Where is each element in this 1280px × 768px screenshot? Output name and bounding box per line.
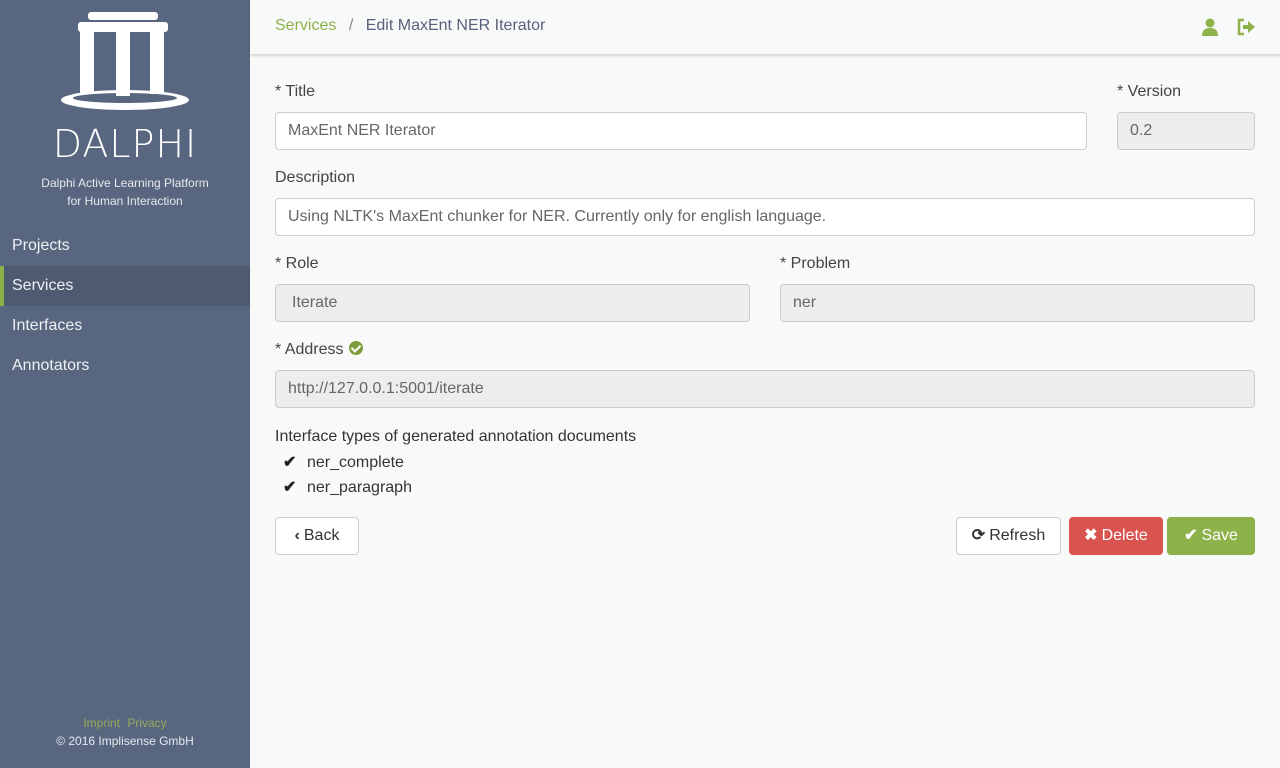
user-icon[interactable]: [1200, 17, 1220, 37]
brand-tagline: Dalphi Active Learning Platform for Huma…: [0, 174, 250, 210]
check-icon: ✔: [283, 479, 297, 496]
role-label: * Role: [275, 255, 319, 272]
address-input[interactable]: [275, 370, 1255, 408]
top-icons: [1200, 17, 1256, 37]
imprint-link[interactable]: Imprint: [83, 716, 120, 730]
privacy-link[interactable]: Privacy: [127, 716, 166, 730]
brand-name: DALPHI: [52, 122, 198, 166]
refresh-label: Refresh: [989, 527, 1046, 544]
refresh-icon: ⟳: [971, 527, 986, 544]
breadcrumb-separator: /: [348, 17, 354, 34]
tagline-line-1: Dalphi Active Learning Platform: [41, 176, 209, 190]
problem-label: * Problem: [780, 255, 851, 272]
address-label: * Address: [275, 341, 364, 359]
interface-type-name: ner_complete: [307, 454, 404, 471]
refresh-button[interactable]: ⟳ Refresh: [956, 517, 1061, 555]
version-label: * Version: [1117, 83, 1182, 100]
interface-type-item: ✔ ner_paragraph: [283, 477, 412, 497]
sidebar-item-interfaces[interactable]: Interfaces: [0, 306, 250, 346]
interface-type-name: ner_paragraph: [307, 479, 412, 496]
address-label-text: * Address: [275, 341, 344, 358]
sidebar-nav: Projects Services Interfaces Annotators: [0, 226, 250, 386]
delete-button[interactable]: ✖ Delete: [1069, 517, 1163, 555]
sidebar-footer: Imprint Privacy © 2016 Implisense GmbH: [0, 714, 250, 750]
sidebar-item-services[interactable]: Services: [0, 266, 250, 306]
close-icon: ✖: [1084, 527, 1098, 544]
role-select[interactable]: [275, 284, 750, 322]
breadcrumb: Services / Edit MaxEnt NER Iterator: [275, 17, 545, 35]
sidebar-item-projects[interactable]: Projects: [0, 226, 250, 266]
back-label: Back: [303, 527, 340, 544]
save-label: Save: [1201, 527, 1238, 544]
copyright: © 2016 Implisense GmbH: [56, 734, 194, 748]
sign-out-icon[interactable]: [1236, 17, 1256, 37]
description-label: Description: [275, 169, 356, 186]
title-input[interactable]: [275, 112, 1087, 150]
tagline-line-2: for Human Interaction: [67, 194, 183, 208]
check-circle-icon: [349, 341, 364, 355]
title-label: * Title: [275, 83, 316, 100]
description-input[interactable]: [275, 198, 1255, 236]
problem-input[interactable]: [780, 284, 1255, 322]
check-icon: ✔: [1184, 527, 1198, 544]
temple-logo-icon: [61, 12, 189, 110]
interface-type-item: ✔ ner_complete: [283, 452, 404, 472]
delete-label: Delete: [1101, 527, 1148, 544]
back-button[interactable]: ‹ Back: [275, 517, 359, 555]
sidebar-item-annotators[interactable]: Annotators: [0, 346, 250, 386]
check-icon: ✔: [283, 454, 297, 471]
sidebar: DALPHI Dalphi Active Learning Platform f…: [0, 0, 250, 768]
save-button[interactable]: ✔ Save: [1167, 517, 1255, 555]
version-input[interactable]: [1117, 112, 1255, 150]
interface-types-label: Interface types of generated annotation …: [275, 428, 637, 445]
chevron-left-icon: ‹: [294, 527, 300, 544]
breadcrumb-services-link[interactable]: Services: [275, 17, 336, 34]
breadcrumb-current: Edit MaxEnt NER Iterator: [365, 17, 546, 34]
topbar: Services / Edit MaxEnt NER Iterator: [250, 0, 1280, 54]
